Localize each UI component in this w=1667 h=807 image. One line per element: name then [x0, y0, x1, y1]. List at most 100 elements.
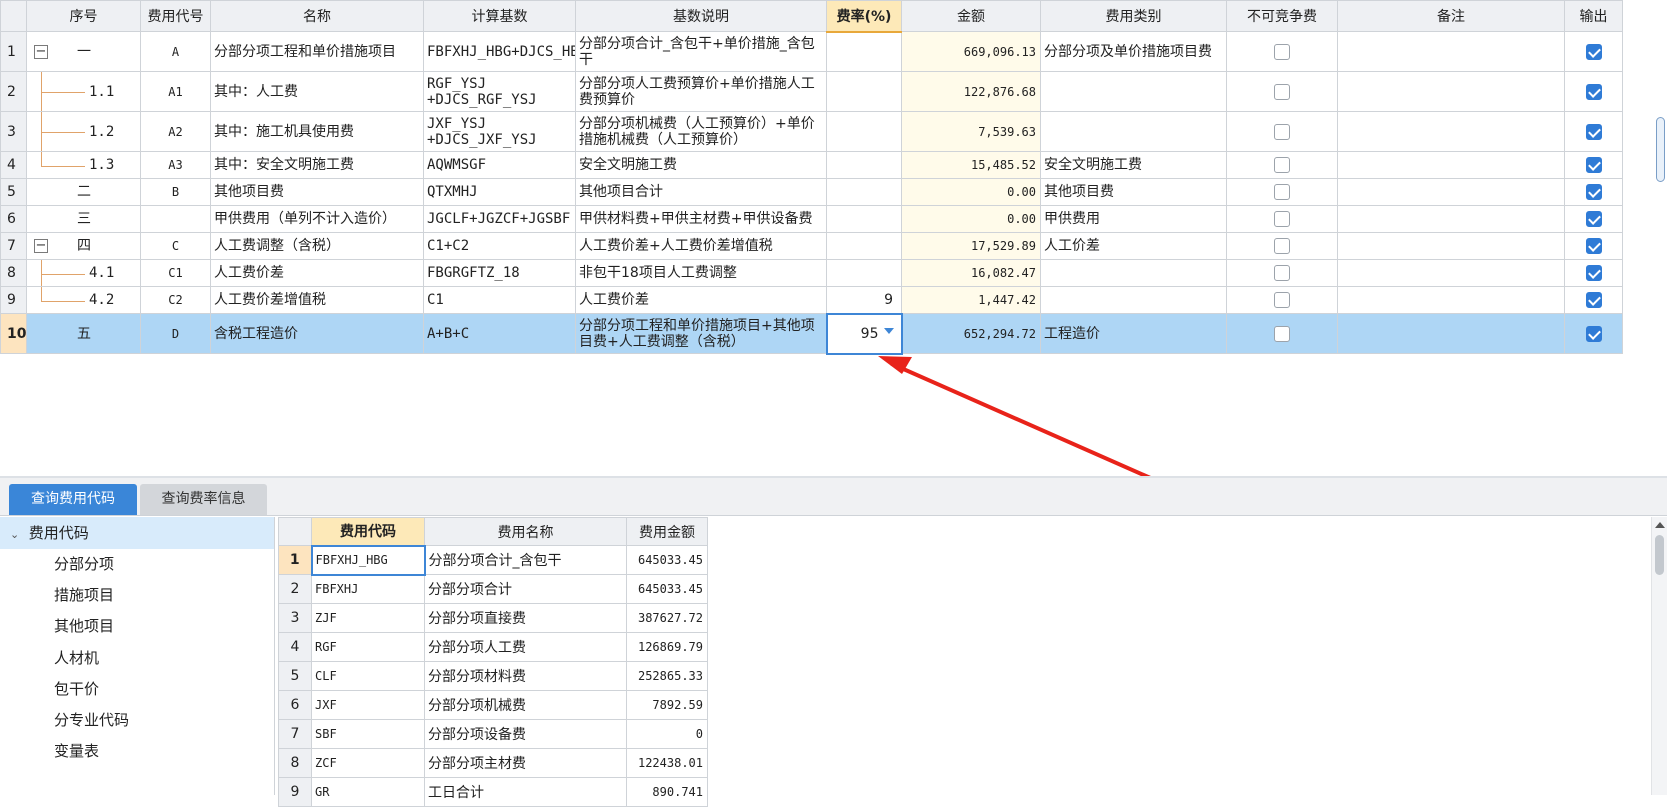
calc-base-cell[interactable]: FBFXHJ_HBG+DJCS_HBG — [423, 31, 576, 72]
output-cell[interactable] — [1564, 205, 1623, 233]
row-number[interactable]: 6 — [278, 690, 312, 720]
fee-row[interactable]: 2 1.1 A1 其中：人工费 RGF_YSJ +DJCS_RGF_YSJ 分部分项人工费… — [0, 71, 1623, 112]
category-cell[interactable] — [1040, 259, 1227, 287]
base-desc-cell[interactable]: 分部分项合计_含包干+单价措施_含包干 — [575, 31, 827, 72]
category-cell[interactable] — [1040, 286, 1227, 314]
rate-cell[interactable]: 95 — [825, 312, 903, 355]
header-note[interactable]: 备注 — [1337, 0, 1565, 32]
tab-query-rate-info[interactable]: 查询费率信息 — [140, 484, 267, 515]
noncompete-checkbox[interactable] — [1274, 83, 1290, 100]
calc-base-cell[interactable]: QTXMHJ — [423, 178, 576, 206]
code-table-row[interactable]: 9 GR 工日合计 890.741 — [278, 777, 708, 807]
seq-cell[interactable]: 五 — [26, 313, 141, 354]
seq-cell[interactable]: − 一 — [26, 31, 141, 72]
fee-name-cell[interactable]: 分部分项设备费 — [424, 719, 627, 749]
fee-code-cell[interactable] — [140, 205, 211, 233]
fee-name-cell[interactable]: 分部分项材料费 — [424, 661, 627, 691]
note-cell[interactable] — [1337, 151, 1565, 179]
category-cell[interactable]: 甲供费用 — [1040, 205, 1227, 233]
noncompete-checkbox[interactable] — [1274, 43, 1290, 60]
rate-cell[interactable] — [826, 259, 902, 287]
noncompete-checkbox[interactable] — [1274, 123, 1290, 140]
row-number[interactable]: 2 — [0, 71, 27, 112]
fee-row[interactable]: 1− 一 A 分部分项工程和单价措施项目 FBFXHJ_HBG+DJCS_HBG 分部分项… — [0, 31, 1623, 72]
noncompete-checkbox[interactable] — [1274, 157, 1290, 173]
fee-name-cell[interactable]: 含税工程造价 — [210, 313, 424, 354]
output-checkbox[interactable] — [1585, 83, 1602, 100]
fee-name-cell[interactable]: 分部分项工程和单价措施项目 — [210, 31, 424, 72]
row-number[interactable]: 1 — [0, 31, 27, 72]
fee-name-cell[interactable]: 工日合计 — [424, 777, 627, 807]
fee-row[interactable]: 8 4.1 C1 人工费价差 FBGRGFTZ_18 非包干18项目人工费调整 16,082… — [0, 259, 1623, 287]
output-cell[interactable] — [1564, 286, 1623, 314]
calc-base-cell[interactable]: C1 — [423, 286, 576, 314]
output-checkbox[interactable] — [1585, 292, 1602, 308]
note-cell[interactable] — [1337, 178, 1565, 206]
output-cell[interactable] — [1564, 111, 1623, 152]
base-desc-cell[interactable]: 甲供材料费+甲供主材费+甲供设备费 — [575, 205, 827, 233]
note-cell[interactable] — [1337, 71, 1565, 112]
rate-cell[interactable] — [826, 232, 902, 260]
collapse-toggle-icon[interactable]: − — [34, 44, 48, 59]
seq-cell[interactable]: 4.1 — [26, 259, 141, 287]
fee-name-cell[interactable]: 甲供费用（单列不计入造价） — [210, 205, 424, 233]
fee-code-cell[interactable]: CLF — [311, 661, 425, 691]
row-number[interactable]: 1 — [278, 545, 312, 575]
output-checkbox[interactable] — [1585, 157, 1602, 173]
tree-item[interactable]: 分部分项 — [0, 549, 274, 580]
fee-code-cell[interactable]: C2 — [140, 286, 211, 314]
fee-amount-cell[interactable]: 252865.33 — [626, 661, 708, 691]
rate-cell[interactable] — [826, 31, 902, 72]
output-checkbox[interactable] — [1585, 43, 1602, 60]
fee-name-cell[interactable]: 其他项目费 — [210, 178, 424, 206]
fee-code-cell[interactable]: GR — [311, 777, 425, 807]
collapse-toggle-icon[interactable]: − — [34, 239, 48, 253]
row-number[interactable]: 9 — [0, 286, 27, 314]
fee-amount-cell[interactable]: 0 — [626, 719, 708, 749]
noncompete-checkbox[interactable] — [1274, 238, 1290, 254]
seq-cell[interactable]: 二 — [26, 178, 141, 206]
base-desc-cell[interactable]: 人工费价差 — [575, 286, 827, 314]
fee-name-cell[interactable]: 分部分项合计 — [424, 574, 627, 604]
output-cell[interactable] — [1564, 259, 1623, 287]
noncompete-cell[interactable] — [1226, 286, 1338, 314]
note-cell[interactable] — [1337, 111, 1565, 152]
fee-name-cell[interactable]: 人工费价差增值税 — [210, 286, 424, 314]
row-number[interactable]: 7 — [0, 232, 27, 260]
output-checkbox[interactable] — [1585, 238, 1602, 254]
fee-name-cell[interactable]: 分部分项合计_含包干 — [424, 545, 627, 575]
header-category[interactable]: 费用类别 — [1040, 0, 1227, 32]
fee-name-cell[interactable]: 人工费调整（含税） — [210, 232, 424, 260]
noncompete-cell[interactable] — [1226, 259, 1338, 287]
category-cell[interactable]: 安全文明施工费 — [1040, 151, 1227, 179]
base-desc-cell[interactable]: 非包干18项目人工费调整 — [575, 259, 827, 287]
rate-cell[interactable] — [826, 205, 902, 233]
noncompete-cell[interactable] — [1226, 151, 1338, 179]
fee-code-cell[interactable]: FBFXHJ_HBG — [310, 544, 426, 576]
fee-amount-cell[interactable]: 645033.45 — [626, 574, 708, 604]
noncompete-cell[interactable] — [1226, 71, 1338, 112]
seq-cell[interactable]: 4.2 — [26, 286, 141, 314]
fee-amount-cell[interactable]: 387627.72 — [626, 603, 708, 633]
calc-base-cell[interactable]: C1+C2 — [423, 232, 576, 260]
rate-cell[interactable] — [826, 151, 902, 179]
noncompete-checkbox[interactable] — [1274, 265, 1290, 281]
fee-name-cell[interactable]: 分部分项主材费 — [424, 748, 627, 778]
fee-name-cell[interactable]: 其中：安全文明施工费 — [210, 151, 424, 179]
fee-code-cell[interactable]: B — [140, 178, 211, 206]
tree-root-fee-code[interactable]: ⌄ 费用代码 — [0, 517, 274, 549]
fee-amount-cell[interactable]: 126869.79 — [626, 632, 708, 662]
header-fee-amount[interactable]: 费用金额 — [626, 517, 708, 546]
row-number[interactable]: 9 — [278, 777, 312, 807]
row-number[interactable]: 8 — [0, 259, 27, 287]
category-cell[interactable]: 其他项目费 — [1040, 178, 1227, 206]
tree-item[interactable]: 其他项目 — [0, 611, 274, 642]
output-checkbox[interactable] — [1585, 123, 1602, 140]
fee-code-cell[interactable]: JXF — [311, 690, 425, 720]
row-number[interactable]: 8 — [278, 748, 312, 778]
noncompete-cell[interactable] — [1226, 31, 1338, 72]
fee-code-cell[interactable]: ZCF — [311, 748, 425, 778]
header-base[interactable]: 计算基数 — [423, 0, 576, 32]
seq-cell[interactable]: 三 — [26, 205, 141, 233]
note-cell[interactable] — [1337, 31, 1565, 72]
